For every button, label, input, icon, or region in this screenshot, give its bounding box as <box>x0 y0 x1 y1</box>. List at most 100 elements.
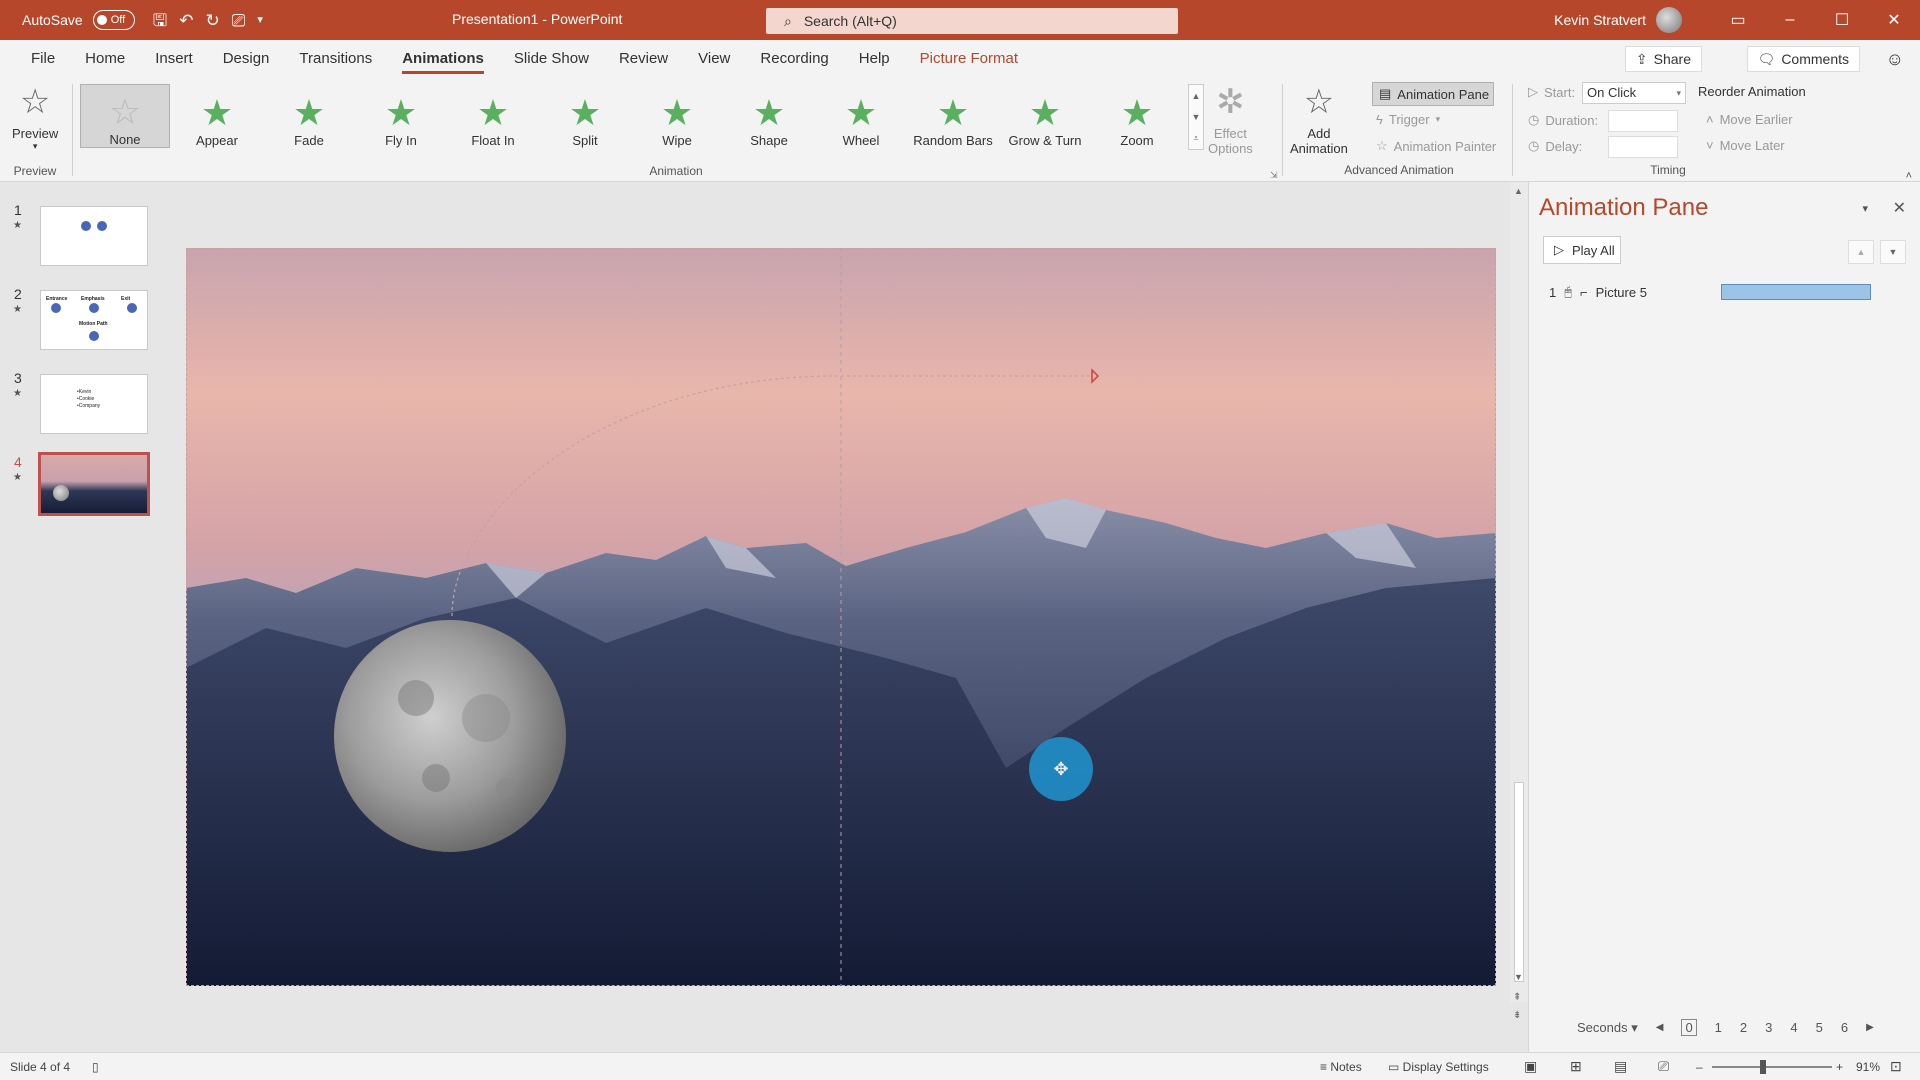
scroll-down-icon[interactable]: ▼ <box>1514 972 1523 982</box>
pane-options-icon[interactable]: ▾ <box>1862 202 1868 215</box>
tab-design[interactable]: Design <box>208 40 285 78</box>
scroll-up-icon[interactable]: ▲ <box>1514 186 1523 196</box>
pane-move-up-icon[interactable]: ▲ <box>1848 240 1874 264</box>
slideshow-view-icon[interactable]: ⎚ <box>1658 1058 1669 1075</box>
slide-thumbnail-4[interactable] <box>38 452 150 516</box>
save-icon[interactable]: 🖫 <box>153 12 167 29</box>
slide-thumbnail-1[interactable] <box>40 206 148 266</box>
close-icon[interactable]: ✕ <box>1868 10 1920 30</box>
animation-zoom[interactable]: ★ Zoom <box>1092 84 1182 149</box>
reading-view-icon[interactable]: ▤ <box>1614 1058 1627 1075</box>
zoom-level[interactable]: 91% <box>1856 1060 1880 1074</box>
move-later-button[interactable]: ˅ Move Later <box>1706 138 1785 153</box>
maximize-icon[interactable]: ☐ <box>1816 10 1868 30</box>
autosave-toggle[interactable]: Off <box>92 10 135 30</box>
slide-thumbnail-2[interactable]: Entrance Emphasis Exit Motion Path <box>40 290 148 350</box>
gallery-more-icon[interactable]: ⩡ <box>1193 133 1198 144</box>
animation-label: None <box>109 132 141 147</box>
fit-slide-icon[interactable]: ⊡ <box>1890 1058 1902 1075</box>
zoom-slider[interactable] <box>1712 1066 1832 1068</box>
tab-view[interactable]: View <box>683 40 745 78</box>
tab-file[interactable]: File <box>16 40 70 78</box>
animation-list-item[interactable]: 1 🖰 ⌐ Picture 5 <box>1549 280 1889 304</box>
normal-view-icon[interactable]: ▣ <box>1524 1058 1537 1075</box>
tab-transitions[interactable]: Transitions <box>284 40 387 78</box>
animation-fly-in[interactable]: ★ Fly In <box>356 84 446 149</box>
zoom-out-icon[interactable]: – <box>1696 1060 1703 1074</box>
zoom-slider-knob[interactable] <box>1760 1060 1766 1074</box>
prev-slide-icon[interactable]: ⇞ <box>1513 992 1521 1003</box>
animation-split[interactable]: ★ Split <box>540 84 630 149</box>
tab-animations[interactable]: Animations <box>387 40 499 78</box>
trigger-button[interactable]: ϟ Trigger ▾ <box>1376 112 1440 127</box>
preview-button[interactable]: ☆ Preview ▾ <box>12 82 58 152</box>
animation-float-in[interactable]: ★ Float In <box>448 84 538 149</box>
tab-insert[interactable]: Insert <box>140 40 208 78</box>
minimize-icon[interactable]: – <box>1764 11 1816 29</box>
tab-recording[interactable]: Recording <box>745 40 843 78</box>
animation-fade[interactable]: ★ Fade <box>264 84 354 149</box>
animation-pane-button[interactable]: ▤ Animation Pane <box>1372 82 1494 106</box>
feedback-icon[interactable]: ☺ <box>1886 49 1904 70</box>
start-select[interactable]: On Click ▾ <box>1582 82 1686 104</box>
canvas-vertical-scrollbar[interactable]: ▲ ▼ ⇞ ⇟ <box>1510 182 1528 1021</box>
animation-grow-turn[interactable]: ★ Grow & Turn <box>1000 84 1090 149</box>
comments-button[interactable]: 🗨 Comments <box>1746 46 1860 72</box>
zoom-in-icon[interactable]: + <box>1836 1060 1843 1074</box>
move-cursor-icon: ✥ <box>1053 758 1069 779</box>
animation-none[interactable]: ☆ None <box>80 84 170 148</box>
pane-close-icon[interactable]: ✕ <box>1893 198 1906 218</box>
tab-picture-format[interactable]: Picture Format <box>905 40 1033 78</box>
gallery-down-icon[interactable]: ▼ <box>1192 112 1201 122</box>
slide-thumbnails: 1 ★ 2 ★ Entrance Emphasis Exit Motion Pa… <box>0 182 170 1052</box>
pane-move-down-icon[interactable]: ▼ <box>1880 240 1906 264</box>
tab-slide-show[interactable]: Slide Show <box>499 40 604 78</box>
delay-field[interactable] <box>1608 136 1678 158</box>
search-input[interactable]: ⌕ Search (Alt+Q) <box>766 8 1178 34</box>
duration-field[interactable] <box>1608 110 1678 132</box>
ribbon-display-icon[interactable]: ▭ <box>1712 10 1764 30</box>
trigger-dropdown-icon: ▾ <box>1435 114 1441 124</box>
gallery-scroll[interactable]: ▲ ▼ ⩡ <box>1188 84 1204 150</box>
share-button[interactable]: ⇪ Share <box>1624 46 1702 72</box>
timeline-right-icon[interactable]: ▶ <box>1866 1022 1874 1033</box>
accessibility-icon[interactable]: ▯ <box>92 1060 99 1074</box>
start-value: On Click <box>1587 85 1637 100</box>
play-all-button[interactable]: ▷ Play All <box>1543 236 1621 264</box>
user-name[interactable]: Kevin Stratvert <box>1554 12 1646 28</box>
tab-home[interactable]: Home <box>70 40 140 78</box>
dialog-launcher-icon[interactable]: ⇲ <box>1270 170 1278 181</box>
present-icon[interactable]: ⎚ <box>232 12 246 29</box>
customize-qat-icon[interactable]: ▾ <box>257 14 263 26</box>
move-earlier-button[interactable]: ˄ Move Earlier <box>1706 112 1793 127</box>
timeline-left-icon[interactable]: ◀ <box>1656 1022 1664 1033</box>
avatar[interactable] <box>1656 7 1682 33</box>
seconds-dropdown[interactable]: Seconds ▾ <box>1577 1020 1638 1036</box>
timeline-bar[interactable] <box>1721 284 1871 300</box>
effect-options-button[interactable]: ✲ Effect Options <box>1208 82 1253 156</box>
collapse-ribbon-icon[interactable]: ˄ <box>1906 170 1912 182</box>
animation-shape[interactable]: ★ Shape <box>724 84 814 149</box>
notes-button[interactable]: ≡ Notes <box>1320 1060 1362 1074</box>
animation-label: Random Bars <box>913 133 993 148</box>
redo-icon[interactable]: ↻ <box>205 12 219 29</box>
next-slide-icon[interactable]: ⇟ <box>1513 1010 1521 1021</box>
add-animation-button[interactable]: ☆ Add Animation <box>1290 82 1348 156</box>
undo-icon[interactable]: ↶ <box>179 12 193 29</box>
slide-4[interactable] <box>186 248 1496 986</box>
gallery-up-icon[interactable]: ▲ <box>1192 91 1201 101</box>
tab-review[interactable]: Review <box>604 40 683 78</box>
animation-group-label: Animation <box>649 164 703 178</box>
slide-sorter-icon[interactable]: ⊞ <box>1570 1058 1582 1075</box>
display-settings-button[interactable]: ▭ Display Settings <box>1388 1060 1489 1074</box>
trigger-label: Trigger <box>1388 112 1430 127</box>
animation-wheel[interactable]: ★ Wheel <box>816 84 906 149</box>
animation-wipe[interactable]: ★ Wipe <box>632 84 722 149</box>
motion-path-icon: ⌐ <box>1580 284 1588 300</box>
animation-appear[interactable]: ★ Appear <box>172 84 262 149</box>
animation-painter-button[interactable]: ☆ Animation Painter <box>1376 138 1496 154</box>
scroll-thumb[interactable] <box>1514 782 1524 982</box>
slide-thumbnail-3[interactable]: •Kevin •Cookie •Company <box>40 374 148 434</box>
animation-random-bars[interactable]: ★ Random Bars <box>908 84 998 149</box>
tab-help[interactable]: Help <box>844 40 905 78</box>
